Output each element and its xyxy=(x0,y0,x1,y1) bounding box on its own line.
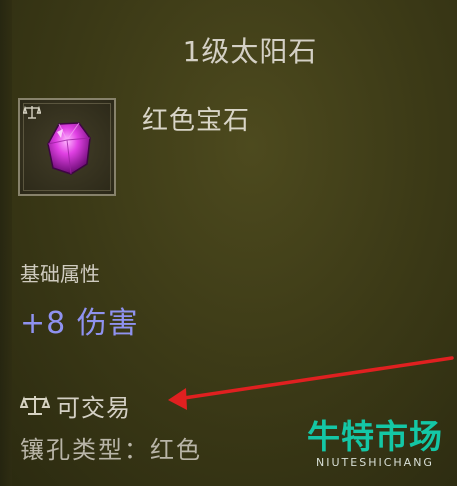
damage-stat: +8 伤害 xyxy=(20,306,139,341)
watermark-brand-en: NIUTESHICHANG xyxy=(316,456,434,469)
base-attributes-heading: 基础属性 xyxy=(20,262,100,286)
site-watermark: 牛特市场 NIUTESHICHANG xyxy=(300,418,450,470)
red-gem-icon xyxy=(47,122,91,175)
item-title: 1级太阳石 xyxy=(182,35,318,68)
item-icon-slot[interactable] xyxy=(18,98,116,196)
watermark-brand: 牛特市场 xyxy=(307,417,443,456)
item-tooltip: 1级太阳石 红色宝石 基础属性 +8 伤害 可交易 镶孔类型：红色 牛特市场 N… xyxy=(0,0,457,486)
scale-icon xyxy=(20,396,50,415)
gem-type-label: 红色宝石 xyxy=(142,106,251,136)
panel-edge xyxy=(0,0,12,486)
tradeable-label: 可交易 xyxy=(56,393,131,422)
tradeable-row: 可交易 xyxy=(20,388,131,422)
socket-type-label: 镶孔类型：红色 xyxy=(20,436,202,464)
tradeable-scale-icon xyxy=(23,105,41,119)
